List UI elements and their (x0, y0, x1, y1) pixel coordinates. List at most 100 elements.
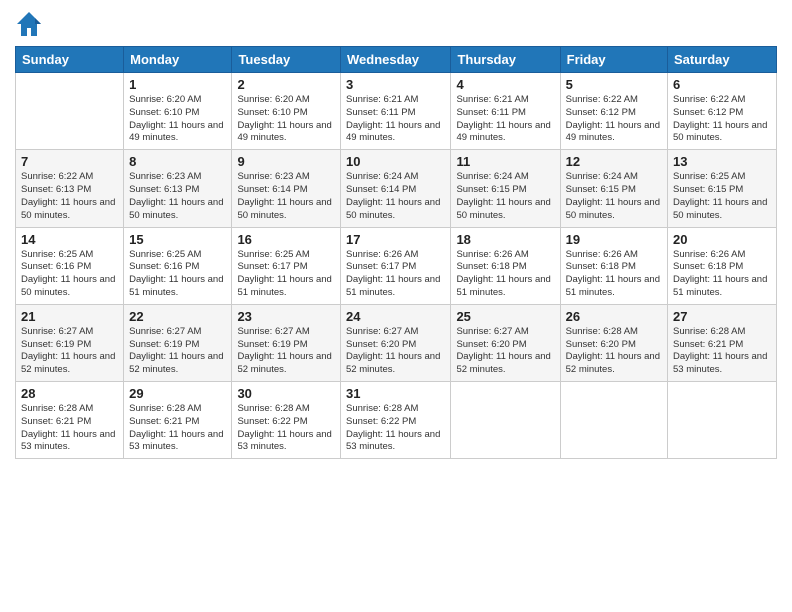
calendar-weekday-friday: Friday (560, 47, 667, 73)
day-info: Sunrise: 6:22 AM Sunset: 6:12 PM Dayligh… (566, 94, 662, 145)
day-info: Sunrise: 6:28 AM Sunset: 6:21 PM Dayligh… (129, 403, 226, 454)
day-info: Sunrise: 6:28 AM Sunset: 6:21 PM Dayligh… (21, 403, 118, 454)
day-number: 28 (21, 386, 118, 401)
calendar-cell: 8Sunrise: 6:23 AM Sunset: 6:13 PM Daylig… (124, 150, 232, 227)
day-info: Sunrise: 6:26 AM Sunset: 6:18 PM Dayligh… (566, 249, 662, 300)
day-number: 27 (673, 309, 771, 324)
calendar-cell: 3Sunrise: 6:21 AM Sunset: 6:11 PM Daylig… (341, 73, 451, 150)
calendar-cell: 28 Sunrise: 6:28 AM Sunset: 6:21 PM Dayli… (16, 382, 124, 459)
calendar-cell: 6Sunrise: 6:22 AM Sunset: 6:12 PM Daylig… (668, 73, 777, 150)
day-info: Sunrise: 6:28 AM Sunset: 6:20 PM Dayligh… (566, 326, 662, 377)
day-info: Sunrise: 6:24 AM Sunset: 6:15 PM Dayligh… (456, 171, 554, 222)
header (15, 10, 777, 38)
day-number: 4 (456, 77, 554, 92)
day-info: Sunrise: 6:20 AM Sunset: 6:10 PM Dayligh… (129, 94, 226, 145)
day-number: 20 (673, 232, 771, 247)
day-info: Sunrise: 6:27 AM Sunset: 6:19 PM Dayligh… (21, 326, 118, 377)
calendar-cell (16, 73, 124, 150)
calendar-cell: 18 Sunrise: 6:26 AM Sunset: 6:18 PM Dayli… (451, 227, 560, 304)
calendar-cell: 2 Sunrise: 6:20 AM Sunset: 6:10 PM Daylig… (232, 73, 341, 150)
calendar-cell: 27Sunrise: 6:28 AM Sunset: 6:21 PM Dayli… (668, 304, 777, 381)
day-number: 5 (566, 77, 662, 92)
calendar-cell: 16 Sunrise: 6:25 AM Sunset: 6:17 PM Dayli… (232, 227, 341, 304)
calendar-cell: 25 Sunrise: 6:27 AM Sunset: 6:20 PM Dayli… (451, 304, 560, 381)
calendar-cell: 15 Sunrise: 6:25 AM Sunset: 6:16 PM Dayli… (124, 227, 232, 304)
calendar-cell: 4 Sunrise: 6:21 AM Sunset: 6:11 PM Daylig… (451, 73, 560, 150)
calendar-weekday-saturday: Saturday (668, 47, 777, 73)
day-info: Sunrise: 6:27 AM Sunset: 6:20 PM Dayligh… (346, 326, 445, 377)
calendar-table: SundayMondayTuesdayWednesdayThursdayFrid… (15, 46, 777, 459)
calendar-cell: 24 Sunrise: 6:27 AM Sunset: 6:20 PM Dayli… (341, 304, 451, 381)
calendar-cell: 21 Sunrise: 6:27 AM Sunset: 6:19 PM Dayli… (16, 304, 124, 381)
day-info: Sunrise: 6:25 AM Sunset: 6:17 PM Dayligh… (237, 249, 335, 300)
page: SundayMondayTuesdayWednesdayThursdayFrid… (0, 0, 792, 612)
day-info: Sunrise: 6:25 AM Sunset: 6:16 PM Dayligh… (129, 249, 226, 300)
day-number: 18 (456, 232, 554, 247)
calendar-cell: 29 Sunrise: 6:28 AM Sunset: 6:21 PM Dayli… (124, 382, 232, 459)
day-number: 17 (346, 232, 445, 247)
calendar-week-row: 21 Sunrise: 6:27 AM Sunset: 6:19 PM Dayli… (16, 304, 777, 381)
calendar-cell: 26Sunrise: 6:28 AM Sunset: 6:20 PM Dayli… (560, 304, 667, 381)
day-number: 16 (237, 232, 335, 247)
day-number: 15 (129, 232, 226, 247)
day-info: Sunrise: 6:28 AM Sunset: 6:22 PM Dayligh… (346, 403, 445, 454)
day-number: 2 (237, 77, 335, 92)
calendar-weekday-monday: Monday (124, 47, 232, 73)
day-info: Sunrise: 6:24 AM Sunset: 6:15 PM Dayligh… (566, 171, 662, 222)
day-number: 9 (237, 154, 335, 169)
day-info: Sunrise: 6:27 AM Sunset: 6:20 PM Dayligh… (456, 326, 554, 377)
day-number: 21 (21, 309, 118, 324)
day-number: 8 (129, 154, 226, 169)
day-number: 31 (346, 386, 445, 401)
day-number: 25 (456, 309, 554, 324)
calendar-weekday-sunday: Sunday (16, 47, 124, 73)
calendar-cell (668, 382, 777, 459)
calendar-week-row: 28 Sunrise: 6:28 AM Sunset: 6:21 PM Dayli… (16, 382, 777, 459)
calendar-cell: 5 Sunrise: 6:22 AM Sunset: 6:12 PM Daylig… (560, 73, 667, 150)
calendar-cell (560, 382, 667, 459)
calendar-cell (451, 382, 560, 459)
logo (15, 10, 47, 38)
day-info: Sunrise: 6:27 AM Sunset: 6:19 PM Dayligh… (237, 326, 335, 377)
day-number: 1 (129, 77, 226, 92)
day-info: Sunrise: 6:24 AM Sunset: 6:14 PM Dayligh… (346, 171, 445, 222)
calendar-cell: 19 Sunrise: 6:26 AM Sunset: 6:18 PM Dayli… (560, 227, 667, 304)
calendar-cell: 22Sunrise: 6:27 AM Sunset: 6:19 PM Dayli… (124, 304, 232, 381)
calendar-cell: 23Sunrise: 6:27 AM Sunset: 6:19 PM Dayli… (232, 304, 341, 381)
day-number: 19 (566, 232, 662, 247)
day-info: Sunrise: 6:21 AM Sunset: 6:11 PM Dayligh… (456, 94, 554, 145)
day-info: Sunrise: 6:26 AM Sunset: 6:17 PM Dayligh… (346, 249, 445, 300)
calendar-cell: 31 Sunrise: 6:28 AM Sunset: 6:22 PM Dayli… (341, 382, 451, 459)
day-number: 30 (237, 386, 335, 401)
day-number: 29 (129, 386, 226, 401)
calendar-week-row: 7 Sunrise: 6:22 AM Sunset: 6:13 PM Daylig… (16, 150, 777, 227)
day-info: Sunrise: 6:26 AM Sunset: 6:18 PM Dayligh… (456, 249, 554, 300)
calendar-cell: 20 Sunrise: 6:26 AM Sunset: 6:18 PM Dayli… (668, 227, 777, 304)
calendar-cell: 11Sunrise: 6:24 AM Sunset: 6:15 PM Dayli… (451, 150, 560, 227)
calendar-week-row: 1 Sunrise: 6:20 AM Sunset: 6:10 PM Daylig… (16, 73, 777, 150)
calendar-weekday-tuesday: Tuesday (232, 47, 341, 73)
day-number: 13 (673, 154, 771, 169)
day-info: Sunrise: 6:22 AM Sunset: 6:12 PM Dayligh… (673, 94, 771, 145)
day-info: Sunrise: 6:27 AM Sunset: 6:19 PM Dayligh… (129, 326, 226, 377)
calendar-week-row: 14Sunrise: 6:25 AM Sunset: 6:16 PM Dayli… (16, 227, 777, 304)
calendar-cell: 12 Sunrise: 6:24 AM Sunset: 6:15 PM Dayli… (560, 150, 667, 227)
day-info: Sunrise: 6:25 AM Sunset: 6:16 PM Dayligh… (21, 249, 118, 300)
day-info: Sunrise: 6:22 AM Sunset: 6:13 PM Dayligh… (21, 171, 118, 222)
logo-icon (15, 10, 43, 38)
day-info: Sunrise: 6:28 AM Sunset: 6:22 PM Dayligh… (237, 403, 335, 454)
day-info: Sunrise: 6:20 AM Sunset: 6:10 PM Dayligh… (237, 94, 335, 145)
calendar-cell: 14Sunrise: 6:25 AM Sunset: 6:16 PM Dayli… (16, 227, 124, 304)
day-info: Sunrise: 6:26 AM Sunset: 6:18 PM Dayligh… (673, 249, 771, 300)
day-info: Sunrise: 6:25 AM Sunset: 6:15 PM Dayligh… (673, 171, 771, 222)
day-number: 7 (21, 154, 118, 169)
day-info: Sunrise: 6:23 AM Sunset: 6:14 PM Dayligh… (237, 171, 335, 222)
calendar-cell: 17 Sunrise: 6:26 AM Sunset: 6:17 PM Dayli… (341, 227, 451, 304)
calendar-cell: 7 Sunrise: 6:22 AM Sunset: 6:13 PM Daylig… (16, 150, 124, 227)
calendar-cell: 13 Sunrise: 6:25 AM Sunset: 6:15 PM Dayli… (668, 150, 777, 227)
calendar-cell: 30 Sunrise: 6:28 AM Sunset: 6:22 PM Dayli… (232, 382, 341, 459)
day-number: 12 (566, 154, 662, 169)
calendar-weekday-wednesday: Wednesday (341, 47, 451, 73)
calendar-header-row: SundayMondayTuesdayWednesdayThursdayFrid… (16, 47, 777, 73)
day-number: 24 (346, 309, 445, 324)
